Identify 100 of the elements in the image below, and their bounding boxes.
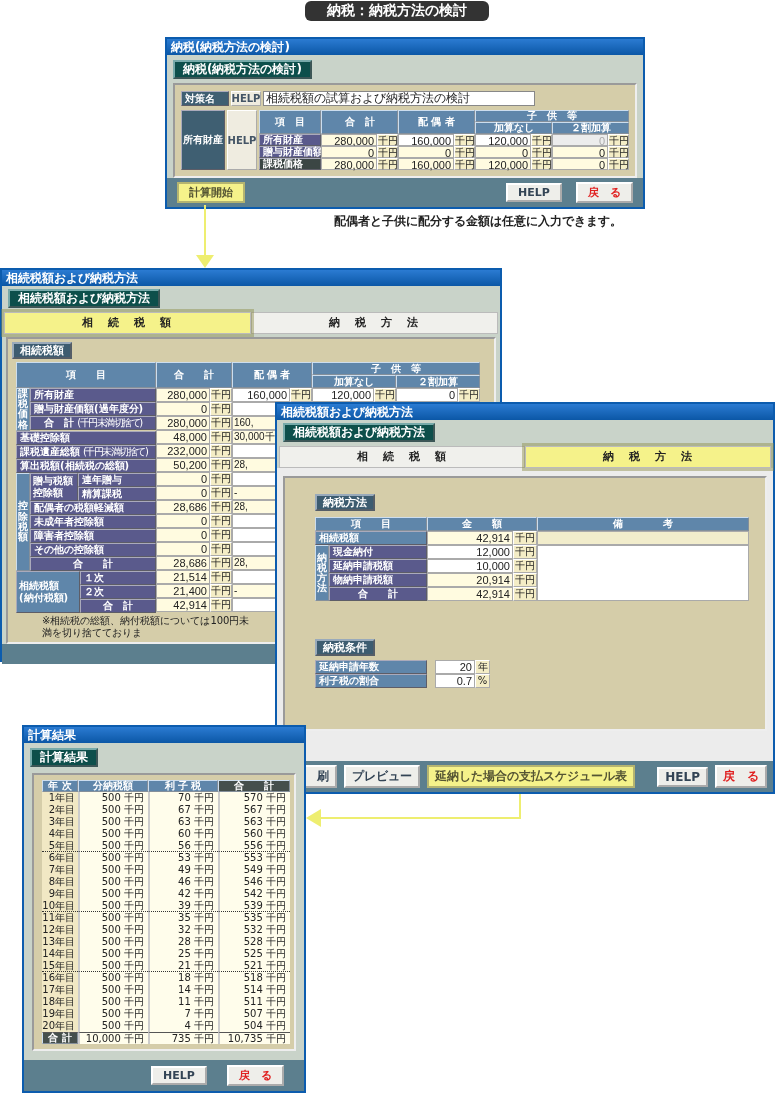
year-cell: 20年目 [42,1020,78,1032]
table-cell: 42 千円 [148,888,218,900]
table-cell: 4 千円 [148,1020,218,1032]
row-label: 合 計 [42,1032,78,1044]
row-label: 利子税の割合 [315,674,427,688]
field-label: 対策名 [181,91,229,106]
label-text: 合 計 [44,416,75,430]
table-cell: 10,000 千円 [78,1032,148,1044]
input-field[interactable]: 0.7 [435,674,475,688]
unit-label: 千円 [513,587,537,601]
amount-cell: 0 [156,514,210,528]
unit-label: 千円 [513,573,537,587]
row-label: 所有財産 [30,388,156,402]
table-cell: 500 千円 [78,948,148,960]
unit-label: 千円 [513,545,537,559]
section-heading: 相続税額および納税方法 [283,423,435,442]
amount-cell[interactable]: 160,000 [398,134,454,146]
unit-label: 千円 [210,388,232,402]
amount-cell: 280,000 [321,134,377,146]
unit-label: 千円 [454,158,475,170]
footnote: ※相続税の総額、納付税額については100円未満を切り捨てておりま [42,614,251,639]
amount-cell[interactable]: 12,000 [427,545,513,559]
amount-cell: 280,000 [156,388,210,402]
input-field[interactable]: 20 [435,660,475,674]
label-note: (千円未満切捨て) [77,416,142,430]
amount-cell: 120,000 [475,158,531,170]
amount-cell: 280,000 [156,416,210,430]
table-cell: 500 千円 [78,996,148,1008]
input-field[interactable]: 相続税額の試算および納税方法の検討 [263,91,535,106]
amount-cell: 160, [232,416,275,430]
section-heading: 納税(納税方法の検討) [173,60,312,79]
column-header: 備 考 [537,517,749,531]
help-button[interactable]: HELP [657,766,708,787]
column-header: 金 額 [427,517,537,531]
tab[interactable]: 納 税 方 法 [525,446,771,468]
column-header: 項 目 [259,110,321,134]
row-label: 課税価格 [259,158,321,170]
table-cell: 500 千円 [78,840,148,852]
window-title: 相続税額および納税方法 [6,271,138,285]
table-cell: 570 千円 [218,792,290,804]
amount-cell[interactable]: 160,000 [232,388,290,402]
tab[interactable]: 納 税 方 法 [251,312,498,334]
unit-label: 千円 [210,570,232,584]
action-button[interactable]: 計算開始 [177,182,245,203]
amount-cell: 28, [232,458,275,472]
row-label: 現金納付 [329,545,427,559]
column-header: 項 目 [16,362,156,388]
amount-cell: 42,914 [427,531,513,545]
amount-cell: 30,000千 [232,430,275,444]
year-cell: 10年目 [42,900,78,912]
table-cell: 546 千円 [218,876,290,888]
table-cell: 500 千円 [78,984,148,996]
caption: 配偶者と子供に配分する金額は任意に入力できます。 [334,213,622,230]
amount-cell[interactable]: 10,000 [427,559,513,573]
row-label: 合 計 [329,587,427,601]
unit-label: 千円 [513,559,537,573]
action-button[interactable]: プレビュー [344,765,420,788]
year-cell: 9年目 [42,888,78,900]
help-button[interactable]: HELP [227,110,257,170]
amount-cell: 0 [552,134,608,146]
unit-label: 千円 [531,158,552,170]
table-cell: 60 千円 [148,828,218,840]
unit-label: 千円 [210,444,232,458]
table-cell: 535 千円 [218,912,290,924]
table-cell: 53 千円 [148,852,218,864]
window-title: 納税(納税方法の検討) [171,40,290,54]
year-cell: 14年目 [42,948,78,960]
year-cell: 19年目 [42,1008,78,1020]
amount-cell[interactable]: 120,000 [312,388,374,402]
table-cell: 521 千円 [218,960,290,972]
table-cell: 49 千円 [148,864,218,876]
amount-cell[interactable]: 120,000 [475,134,531,146]
year-cell: 16年目 [42,972,78,984]
tab[interactable]: 相 続 税 額 [4,312,251,334]
back-button[interactable]: 戻 る [227,1065,284,1086]
unit-label: 千円 [210,556,232,570]
amount-cell[interactable]: 0 [396,388,458,402]
unit-label: 千円 [377,158,398,170]
help-button[interactable]: HELP [231,91,261,106]
section-heading: 納税条件 [315,639,375,656]
back-button[interactable]: 戻 る [715,765,767,788]
column-header: 項 目 [315,517,427,531]
unit-label: 千円 [210,402,232,416]
table-cell: 563 千円 [218,816,290,828]
column-header: 配 偶 者 [232,362,312,388]
year-cell: 2年目 [42,804,78,816]
back-button[interactable]: 戻 る [576,182,633,203]
unit-label: 千円 [454,134,475,146]
help-button[interactable]: HELP [506,183,562,202]
label-text: 課税遺産総額 [20,444,80,459]
tab[interactable]: 相 続 税 額 [279,446,525,468]
remarks-field[interactable] [537,545,749,601]
action-button[interactable]: 延納した場合の支払スケジュール表 [427,765,635,788]
amount-cell: 0 [156,542,210,556]
year-cell: 6年目 [42,852,78,864]
table-cell: 500 千円 [78,852,148,864]
table-cell: 14 千円 [148,984,218,996]
window-title: 計算結果 [28,728,76,742]
table-cell: 556 千円 [218,840,290,852]
help-button[interactable]: HELP [151,1066,207,1085]
